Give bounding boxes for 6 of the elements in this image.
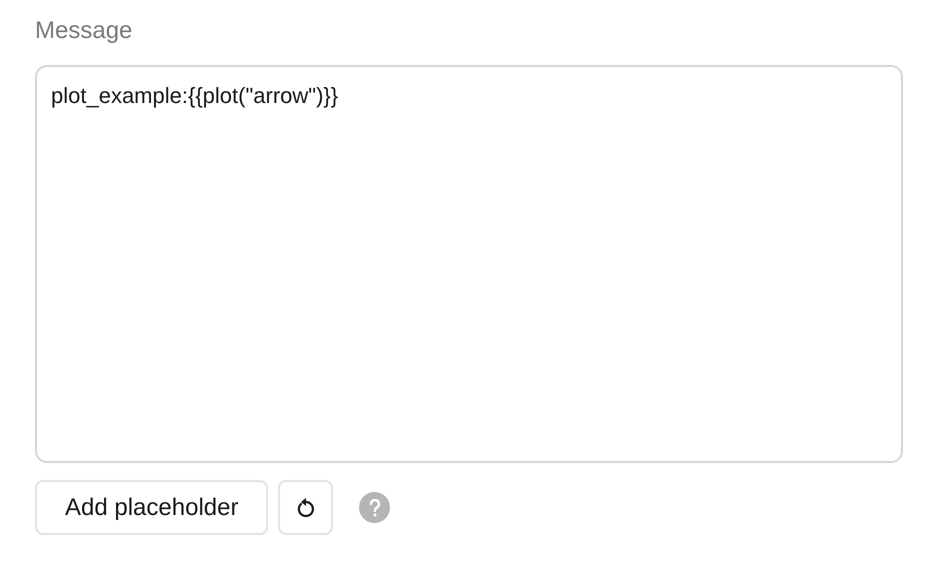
rotate-icon [296, 496, 316, 518]
add-placeholder-button[interactable]: Add placeholder [35, 480, 268, 535]
question-mark-icon [368, 498, 381, 516]
reset-button[interactable] [278, 480, 334, 535]
field-label: Message [35, 16, 132, 46]
message-field[interactable]: plot_example:{{plot("arrow")}} [35, 65, 903, 463]
